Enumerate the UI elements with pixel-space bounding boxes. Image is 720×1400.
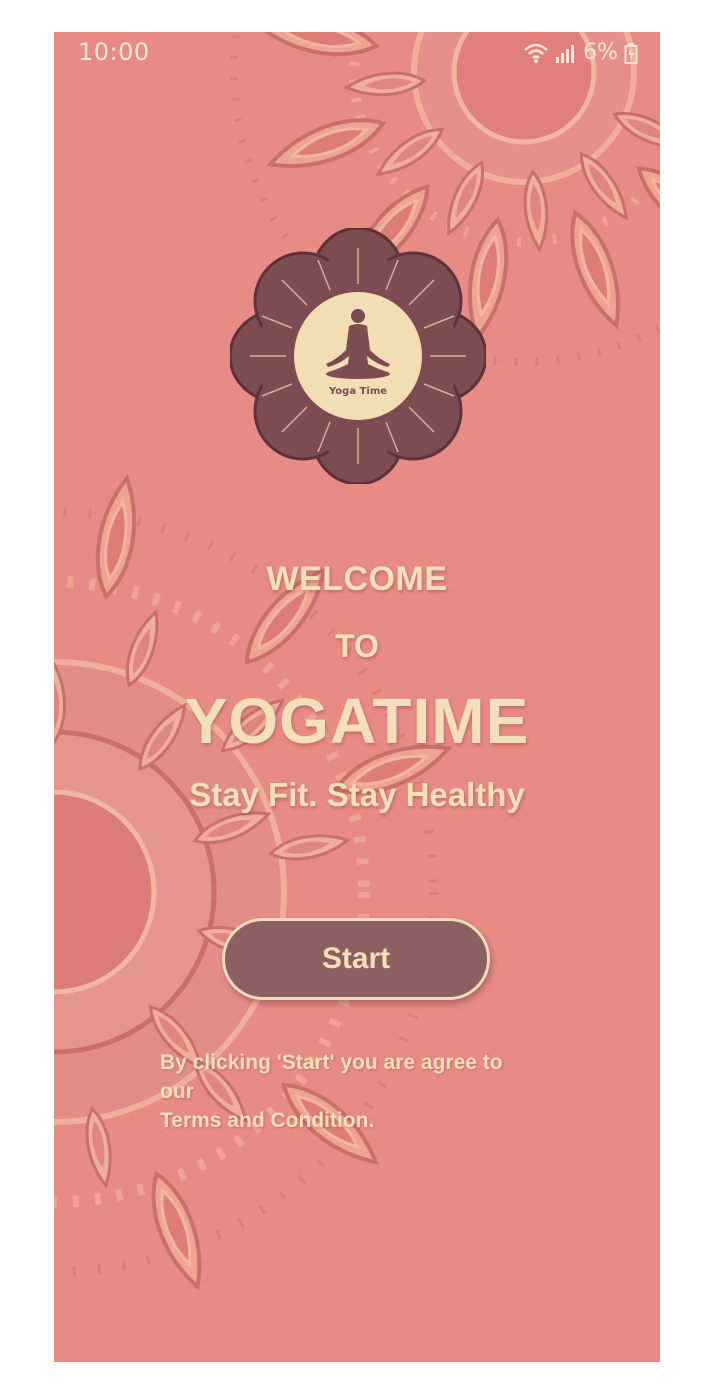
status-bar: 10:00 6%: [54, 32, 660, 76]
terms-text: By clicking 'Start' you are agree to our…: [160, 1048, 540, 1135]
screen: 10:00 6% Yoga Time WELCOME TO YOGATIME S…: [54, 32, 660, 1362]
battery-percent: 6%: [583, 40, 618, 65]
brand-title: YOGATIME: [184, 685, 530, 757]
tagline: Stay Fit. Stay Healthy: [189, 776, 525, 813]
welcome-text: WELCOME: [266, 560, 448, 598]
to-text: TO: [335, 628, 379, 664]
start-button[interactable]: Start: [222, 918, 490, 1000]
logo-text: Yoga Time: [328, 386, 387, 397]
terms-line-1: By clicking 'Start' you are agree to our: [160, 1051, 503, 1103]
start-button-label: Start: [321, 942, 391, 975]
yoga-time-logo: Yoga Time: [230, 228, 486, 484]
wifi-icon: [524, 43, 548, 63]
signal-icon: [556, 44, 575, 63]
status-icons: 6%: [523, 40, 638, 65]
battery-icon: [624, 42, 638, 64]
status-time: 10:00: [78, 38, 150, 66]
terms-link[interactable]: Terms and Condition.: [160, 1106, 540, 1135]
